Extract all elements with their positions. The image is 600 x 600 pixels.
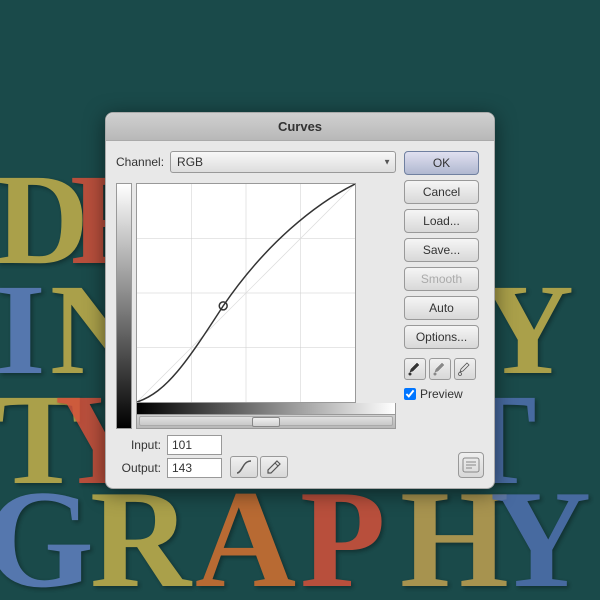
smooth-button[interactable]: Smooth bbox=[404, 267, 479, 291]
preview-row: Preview bbox=[404, 387, 484, 401]
scrollbar-thumb[interactable] bbox=[252, 417, 280, 427]
load-button[interactable]: Load... bbox=[404, 209, 479, 233]
channel-row: Channel: RGB Red Green Blue bbox=[116, 151, 396, 173]
eyedropper-gray-btn[interactable] bbox=[429, 358, 451, 380]
output-row: Output: bbox=[116, 458, 222, 478]
eyedropper-black-btn[interactable] bbox=[404, 358, 426, 380]
scrollbar[interactable] bbox=[136, 415, 396, 429]
curves-dialog: Curves Channel: RGB Red Green Blue bbox=[105, 112, 495, 489]
input-label: Input: bbox=[116, 438, 161, 452]
dialog-backdrop: Curves Channel: RGB Red Green Blue bbox=[0, 0, 600, 600]
ok-button[interactable]: OK bbox=[404, 151, 479, 175]
curve-tools bbox=[230, 456, 288, 478]
channel-label: Channel: bbox=[116, 155, 164, 169]
dialog-title: Curves bbox=[278, 119, 322, 134]
left-panel: Channel: RGB Red Green Blue bbox=[116, 151, 396, 478]
cancel-button[interactable]: Cancel bbox=[404, 180, 479, 204]
curves-canvas[interactable] bbox=[136, 183, 356, 403]
options-button[interactable]: Options... bbox=[404, 325, 479, 349]
input-row: Input: bbox=[116, 435, 222, 455]
output-label: Output: bbox=[116, 461, 161, 475]
eyedropper-white-btn[interactable] bbox=[454, 358, 476, 380]
curve-draw-btn[interactable] bbox=[230, 456, 258, 478]
curves-svg bbox=[137, 184, 355, 402]
input-field[interactable] bbox=[167, 435, 222, 455]
curve-pencil-btn[interactable] bbox=[260, 456, 288, 478]
output-field[interactable] bbox=[167, 458, 222, 478]
auto-button[interactable]: Auto bbox=[404, 296, 479, 320]
dialog-body: Channel: RGB Red Green Blue bbox=[106, 141, 494, 488]
preview-label: Preview bbox=[420, 387, 463, 401]
dialog-titlebar: Curves bbox=[106, 113, 494, 141]
eyedropper-row bbox=[404, 358, 484, 380]
channel-select[interactable]: RGB Red Green Blue bbox=[170, 151, 396, 173]
right-panel: OK Cancel Load... Save... Smooth Auto Op… bbox=[404, 151, 484, 478]
preview-checkbox[interactable] bbox=[404, 388, 416, 400]
inputs-col: Input: Output: bbox=[116, 435, 222, 478]
curves-area bbox=[116, 183, 396, 429]
info-button[interactable] bbox=[458, 452, 484, 478]
curves-graph-container bbox=[136, 183, 396, 429]
bottom-gradient-strip bbox=[136, 403, 396, 415]
gradient-bar bbox=[116, 183, 132, 429]
channel-select-wrapper[interactable]: RGB Red Green Blue bbox=[170, 151, 396, 173]
save-button[interactable]: Save... bbox=[404, 238, 479, 262]
inputs-tools-row: Input: Output: bbox=[116, 435, 396, 478]
